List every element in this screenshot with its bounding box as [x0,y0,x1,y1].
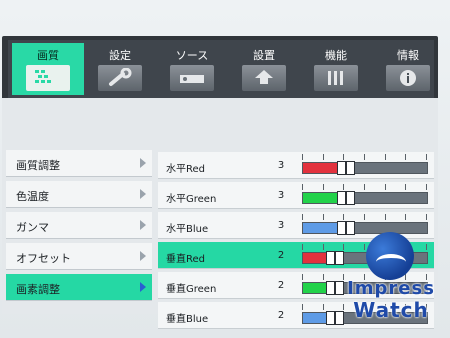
slider-ticks [302,214,427,220]
slider-thumb[interactable] [337,161,356,175]
tab-bar: 画質 設定 ソース 設置 機能 情報 [8,40,434,98]
slider-tick [405,214,407,220]
slider-tick [364,184,365,190]
setting-label: 垂直Blue [166,314,209,325]
setting-value: 2 [277,250,285,261]
slider-tick [302,274,303,280]
chevron-right-icon [140,220,146,230]
setting-row[interactable]: 水平Green 3 [158,182,434,209]
slider-tick [405,154,407,160]
tab-info[interactable]: 情報 [372,43,444,95]
submenu-label: 画質調整 [16,159,60,172]
setting-slider[interactable] [302,161,428,175]
slider-tick [426,184,427,190]
tab-label: 設定 [109,49,131,62]
slider-tick [322,214,324,220]
slider-tick [384,154,386,160]
slider-fill [303,313,326,323]
slider-tick [302,244,303,250]
slider-tick [343,154,345,160]
watermark-line1: Impress [347,278,435,299]
slider-tick [343,214,345,220]
slider-fill [303,223,338,233]
submenu-label: 画素調整 [16,283,60,296]
slider-tick [322,184,324,190]
submenu-color-temperature[interactable]: 色温度 [6,181,152,208]
watermark-line2: Watch [353,298,429,322]
slider-fill [303,193,338,203]
impress-watch-watermark: Impress Watch [338,232,444,330]
setting-value: 2 [277,280,285,291]
submenu-label: ガンマ [16,221,49,234]
tab-settings[interactable]: 設定 [84,43,156,95]
tab-label: ソース [175,49,209,62]
setting-label: 垂直Red [166,254,205,265]
slider-fill [303,163,338,173]
function-icon [314,65,358,91]
slider-ticks [302,184,427,190]
picture-quality-icon [26,65,70,91]
setting-label: 垂直Green [166,284,217,295]
tab-label: 情報 [397,49,419,62]
submenu-pixel-adjust[interactable]: 画素調整 [6,274,152,301]
chevron-right-icon [140,189,146,199]
wrench-icon [98,65,142,91]
tab-picture[interactable]: 画質 [12,43,84,95]
tab-label: 画質 [37,49,59,62]
slider-tick [364,154,365,160]
slider-tick [302,304,303,310]
submenu-label: オフセット [16,252,71,265]
tab-installation[interactable]: 設置 [228,43,300,95]
submenu-gamma[interactable]: ガンマ [6,212,152,239]
slider-tick [405,184,407,190]
slider-tick [322,304,324,310]
setting-value: 2 [277,310,285,321]
setting-label: 水平Blue [166,224,209,235]
slider-tick [384,184,386,190]
setting-value: 3 [277,160,285,171]
slider-tick [302,154,303,160]
chevron-right-icon [140,282,146,292]
tab-source[interactable]: ソース [156,43,228,95]
setting-row[interactable]: 水平Red 3 [158,152,434,179]
slider-tick [426,154,427,160]
slider-tick [322,274,324,280]
projector-screen: 画質 設定 ソース 設置 機能 情報 画質調整 色温度 ガンマ オフセット 画素… [0,0,450,338]
setting-label: 水平Green [166,194,217,205]
slider-tick [364,214,365,220]
slider-tick [426,214,427,220]
setting-slider[interactable] [302,191,428,205]
tab-label: 設置 [253,49,275,62]
tab-function[interactable]: 機能 [300,43,372,95]
slider-tick [322,244,324,250]
slider-tick [302,184,303,190]
submenu-offset[interactable]: オフセット [6,243,152,270]
tab-label: 機能 [325,49,347,62]
installation-icon [242,65,286,91]
setting-label: 水平Red [166,164,205,175]
slider-tick [343,184,345,190]
source-icon [170,65,214,91]
slider-tick [322,154,324,160]
submenu-label: 色温度 [16,190,49,203]
setting-value: 3 [277,220,285,231]
slider-fill [303,253,326,263]
slider-fill [303,283,326,293]
slider-ticks [302,154,427,160]
setting-value: 3 [277,190,285,201]
chevron-right-icon [140,251,146,261]
globe-logo-icon [366,232,414,280]
slider-tick [302,214,303,220]
slider-thumb[interactable] [337,191,356,205]
submenu-picture-adjust[interactable]: 画質調整 [6,150,152,177]
slider-tick [384,214,386,220]
info-icon [386,65,430,91]
chevron-right-icon [140,158,146,168]
